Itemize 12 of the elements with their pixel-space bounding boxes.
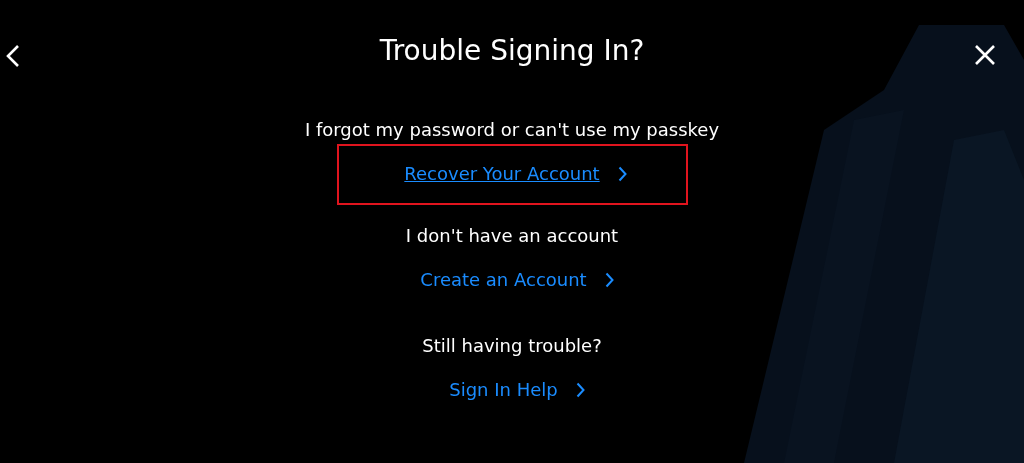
chevron-icon: [617, 165, 627, 182]
page-title: Trouble Signing In?: [379, 34, 645, 67]
option-link[interactable]: Recover Your Account: [404, 163, 600, 184]
option-prompt: I forgot my password or can't use my passkey: [304, 119, 720, 140]
chevron-icon: [604, 271, 614, 288]
back-icon: [6, 44, 20, 68]
close-icon: [974, 44, 996, 66]
chevron-icon: [575, 381, 585, 398]
option-prompt: Still having trouble?: [422, 335, 602, 356]
option-link[interactable]: Create an Account: [420, 269, 587, 290]
option-prompt: I don't have an account: [405, 225, 619, 246]
option-link[interactable]: Sign In Help: [449, 379, 558, 400]
